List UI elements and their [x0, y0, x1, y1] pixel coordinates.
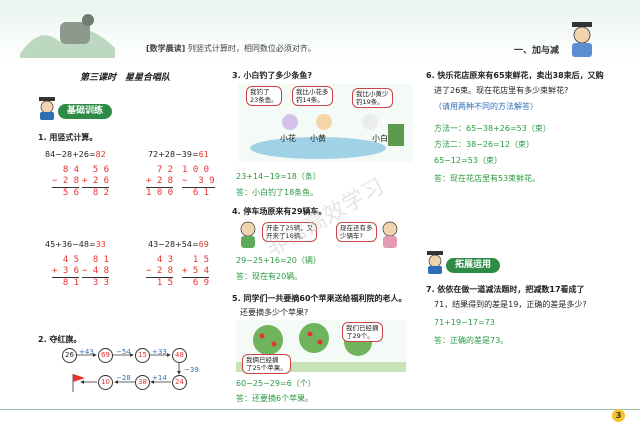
q2-node-bottom-3: 24: [172, 375, 187, 390]
q6-line-1: 6. 快乐花店原来有65束鲜花，卖出38束后，又购: [426, 71, 604, 80]
q1-expr-2: 72+28−39=61: [148, 150, 209, 159]
q2-op-side: −39: [184, 366, 199, 374]
q3-name-2: 小黄: [310, 134, 326, 143]
q6-method-2b: 65−12=53（束）: [434, 156, 502, 165]
q2-node-bottom-1: 10: [98, 375, 113, 390]
page-number: 3: [612, 409, 625, 422]
q2-op-top-3: +33: [152, 348, 167, 356]
q5-bubble-1: 我们已经摘 了29个。: [342, 322, 383, 342]
q5-line-2: 还要摘多少个苹果?: [240, 308, 309, 317]
q4-answer: 答：现在有20辆。: [236, 272, 303, 281]
q2-op-bottom-2: +14: [152, 374, 167, 382]
q5-bubble-2: 我俩已经摘 了25个苹果。: [242, 354, 291, 374]
q5-line-1: 5. 同学们一共要摘60个苹果送给福利院的老人。: [232, 294, 407, 303]
q1-work-3b: 8 1− 4 8 3 3: [82, 255, 110, 288]
unit-title: 一、加与减: [514, 46, 560, 56]
q5-answer: 答：还要摘6个苹果。: [236, 394, 314, 403]
q1-title: 1. 用竖式计算。: [38, 133, 98, 142]
q6-method-2: 方法二：38−26=12（束）: [434, 140, 534, 149]
q2-node-top-1: 26: [62, 348, 77, 363]
q3-answer: 答：小白钓了18条鱼。: [236, 188, 319, 197]
q4-boy-icon: [240, 221, 256, 248]
q6-hint: （请用两种不同的方法解答）: [434, 102, 538, 111]
student-mascot-icon: [39, 97, 55, 120]
scholar-mascot-icon: [572, 22, 592, 57]
q3-name-3: 小白: [372, 134, 388, 143]
q7-line-2: 71，结果得到的差是19，正确的差是多少?: [434, 300, 587, 309]
q6-answer: 答：现在花店里有53束鲜花。: [434, 174, 541, 183]
q7-line-1: 7. 依依在做一道减法题时，把减数17看成了: [426, 285, 585, 294]
q1-work-4a: 4 3− 2 8 1 5: [146, 255, 174, 288]
q2-node-top-3: 15: [135, 348, 150, 363]
q1-work-1a: 8 4− 2 8 5 6: [52, 165, 80, 198]
q1-expr-1: 84−28+26=82: [45, 150, 106, 159]
q7-answer: 答：正确的差是73。: [434, 336, 509, 345]
section-basic-training: 基础训练: [58, 104, 113, 119]
q3-bubble-2: 我比小花多 钓14条。: [292, 86, 333, 106]
q2-node-top-2: 69: [98, 348, 113, 363]
q7-equation: 71+19−17=73: [434, 318, 495, 327]
q1-work-3a: 4 5 + 3 6 8 1: [52, 255, 80, 288]
q3-equation: 23+14−19=18（条）: [236, 172, 321, 181]
q1-work-4b: 1 5 + 5 4 6 9: [182, 255, 210, 288]
q1-work-2a: 7 2 + 2 81 0 0: [146, 165, 174, 198]
q6-method-1: 方法一：65−38+26=53（束）: [434, 124, 551, 133]
q1-work-1b: 5 6 + 2 6 8 2: [82, 165, 110, 198]
q3-title: 3. 小白钓了多少条鱼?: [232, 71, 313, 80]
q3-name-1: 小花: [280, 134, 296, 143]
footer-line: [0, 409, 640, 410]
q4-bubble-2: 现在还有多 少辆车?: [336, 222, 377, 242]
section-extend-practice: 拓展运用: [446, 258, 501, 273]
header-hint: [数学晨读] 列竖式计算时，相同数位必须对齐。: [146, 44, 316, 53]
q1-expr-3: 45+36−48=33: [45, 240, 106, 249]
q2-op-top-2: −54: [116, 348, 131, 356]
q2-op-top-1: +43: [79, 348, 94, 356]
q4-girl-icon: [382, 221, 398, 248]
q1-work-2b: 1 0 0− 3 9 6 1: [182, 165, 215, 198]
lesson-title: 第三课时 星星合唱队: [80, 73, 171, 83]
student-mascot-icon: [427, 251, 443, 274]
header-deco-hills: [20, 14, 115, 58]
q6-line-2: 进了26束。现在花店里有多少束鲜花?: [434, 86, 569, 95]
q2-node-top-4: 48: [172, 348, 187, 363]
q1-expr-4: 43−28+54=69: [148, 240, 209, 249]
q3-bubble-3: 我比小黄少 钓19条。: [352, 88, 393, 108]
q3-bubble-1: 我钓了 23条鱼。: [246, 86, 282, 106]
q5-equation: 60−25−29=6（个）: [236, 379, 316, 388]
q2-node-bottom-2: 38: [135, 375, 150, 390]
q2-op-bottom-1: −28: [116, 374, 131, 382]
q2-title: 2. 夺红旗。: [38, 335, 82, 344]
